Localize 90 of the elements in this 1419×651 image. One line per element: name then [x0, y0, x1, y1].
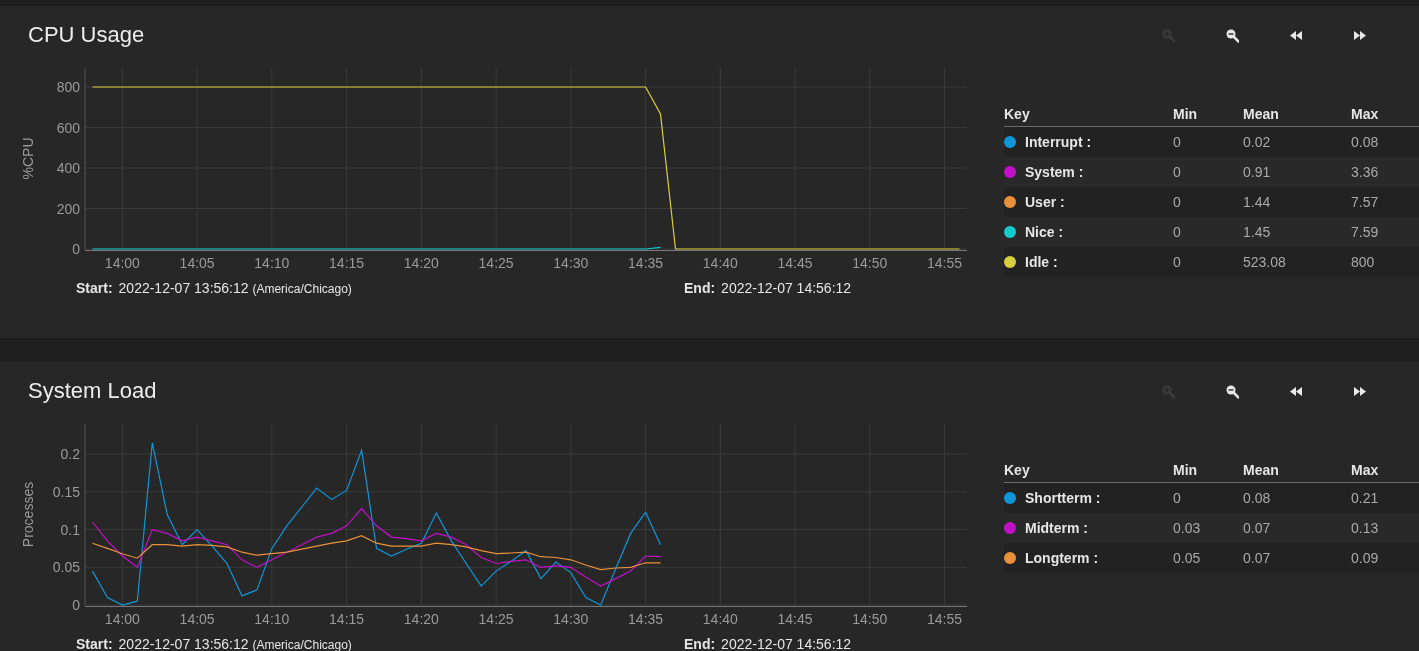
axis-tick-label: 400	[56, 160, 80, 176]
table-cell-text: 3.36	[1351, 164, 1380, 180]
zoom-out-icon	[1225, 383, 1239, 399]
start-label: Start:	[76, 280, 113, 296]
table-cell-text: 0.07	[1243, 550, 1272, 566]
start-time: 2022-12-07 13:56:12	[118, 280, 249, 296]
series-name: Longterm :	[1025, 550, 1099, 566]
axis-tick-label: 14:30	[553, 255, 589, 271]
axis-tick-label: 14:05	[179, 255, 215, 271]
axis-tick-label: 14:30	[553, 611, 589, 627]
table-cell-text: 0.08	[1351, 134, 1380, 150]
axis-tick-label: 14:35	[628, 611, 664, 627]
axis-tick-label: 600	[56, 119, 80, 136]
table-cell-text: 0	[1173, 224, 1182, 240]
table-cell-text: 0	[1173, 164, 1182, 180]
start-label: Start:	[76, 636, 113, 651]
table-cell-text: 1.45	[1243, 224, 1272, 240]
axis-tick-label: 14:15	[329, 255, 365, 271]
column-header: Max	[1351, 106, 1380, 122]
column-header: Mean	[1243, 106, 1280, 122]
column-header: Max	[1351, 462, 1380, 478]
axis-tick-label: 14:10	[254, 255, 290, 271]
axis-tick-label: 14:20	[403, 255, 439, 271]
table-cell-text: 0	[1173, 254, 1182, 270]
table-cell-text: 800	[1351, 254, 1376, 270]
axis-tick-label: 14:00	[104, 611, 140, 627]
axis-tick-label: 14:35	[628, 255, 664, 271]
axis-tick-label: 14:25	[478, 255, 514, 271]
table-cell-text: 0.05	[1173, 550, 1202, 566]
table-cell-text: 7.57	[1351, 194, 1380, 210]
axis-tick-label: 14:25	[478, 611, 514, 627]
table-cell-text: 0	[1173, 194, 1182, 210]
series-name: Midterm :	[1025, 520, 1088, 536]
series-name: Shortterm :	[1025, 490, 1101, 506]
axis-tick-label: 14:05	[179, 611, 215, 627]
table-cell-text: 0	[1173, 134, 1182, 150]
axis-tick-label: 14:50	[852, 611, 888, 627]
axis-tick-label: 200	[56, 200, 80, 217]
column-header: Min	[1173, 106, 1199, 122]
axis-tick-label: 0.15	[52, 483, 80, 500]
series-name: Interrupt :	[1025, 134, 1092, 150]
series-name: User :	[1025, 194, 1065, 210]
end-label: End:	[684, 280, 716, 296]
axis-tick-label: 14:40	[702, 611, 738, 627]
column-header: Key	[1004, 462, 1031, 478]
column-header: Min	[1173, 462, 1199, 478]
table-cell-text: 0.08	[1243, 490, 1272, 506]
axis-tick-label: 14:00	[104, 255, 140, 271]
table-cell-text: 7.59	[1351, 224, 1380, 240]
table-cell-text: 0.21	[1351, 490, 1380, 506]
column-header: Key	[1004, 106, 1031, 122]
table-cell-text: 523.08	[1243, 254, 1287, 270]
axis-tick-label: 0.05	[52, 559, 80, 576]
axis-tick-label: 14:55	[927, 255, 963, 271]
series-name: System :	[1025, 164, 1084, 180]
end-label: End:	[684, 636, 716, 651]
axis-tick-label: 14:55	[927, 611, 963, 627]
start-time: 2022-12-07 13:56:12	[118, 636, 249, 651]
axis-tick-label: 14:45	[777, 255, 813, 271]
axis-tick-label: 0	[72, 597, 80, 613]
axis-tick-label: 14:40	[702, 255, 738, 271]
axis-tick-label: 0.2	[60, 446, 80, 463]
panel-title: CPU Usage	[28, 22, 146, 48]
zoom-out-icon	[1225, 27, 1239, 43]
table-cell-text: 0.09	[1351, 550, 1380, 566]
column-header: Mean	[1243, 462, 1280, 478]
panel-title: System Load	[28, 378, 158, 404]
axis-tick-label: 14:10	[254, 611, 290, 627]
end-time: 2022-12-07 14:56:12	[721, 280, 852, 296]
timezone: (America/Chicago)	[252, 638, 352, 651]
axis-tick-label: 14:45	[777, 611, 813, 627]
table-cell-text: 0.02	[1243, 134, 1272, 150]
axis-tick-label: 14:15	[329, 611, 365, 627]
axis-tick-label: 0	[72, 241, 80, 257]
axis-tick-label: 0.1	[60, 521, 80, 538]
axis-tick-label: 14:20	[403, 611, 439, 627]
series-name: Idle :	[1025, 254, 1058, 270]
axis-title: %CPU	[20, 137, 36, 180]
table-cell-text: 0	[1173, 490, 1182, 506]
table-cell-text: 1.44	[1243, 194, 1272, 210]
table-cell-text: 0.03	[1173, 520, 1202, 536]
axis-title: Processes	[20, 481, 36, 548]
axis-tick-label: 800	[56, 79, 80, 96]
table-cell-text: 0.07	[1243, 520, 1272, 536]
end-time: 2022-12-07 14:56:12	[721, 636, 852, 651]
axis-tick-label: 14:50	[852, 255, 888, 271]
table-cell-text: 0.13	[1351, 520, 1380, 536]
table-cell-text: 0.91	[1243, 164, 1272, 180]
series-name: Nice :	[1025, 224, 1064, 240]
timezone: (America/Chicago)	[252, 282, 352, 296]
